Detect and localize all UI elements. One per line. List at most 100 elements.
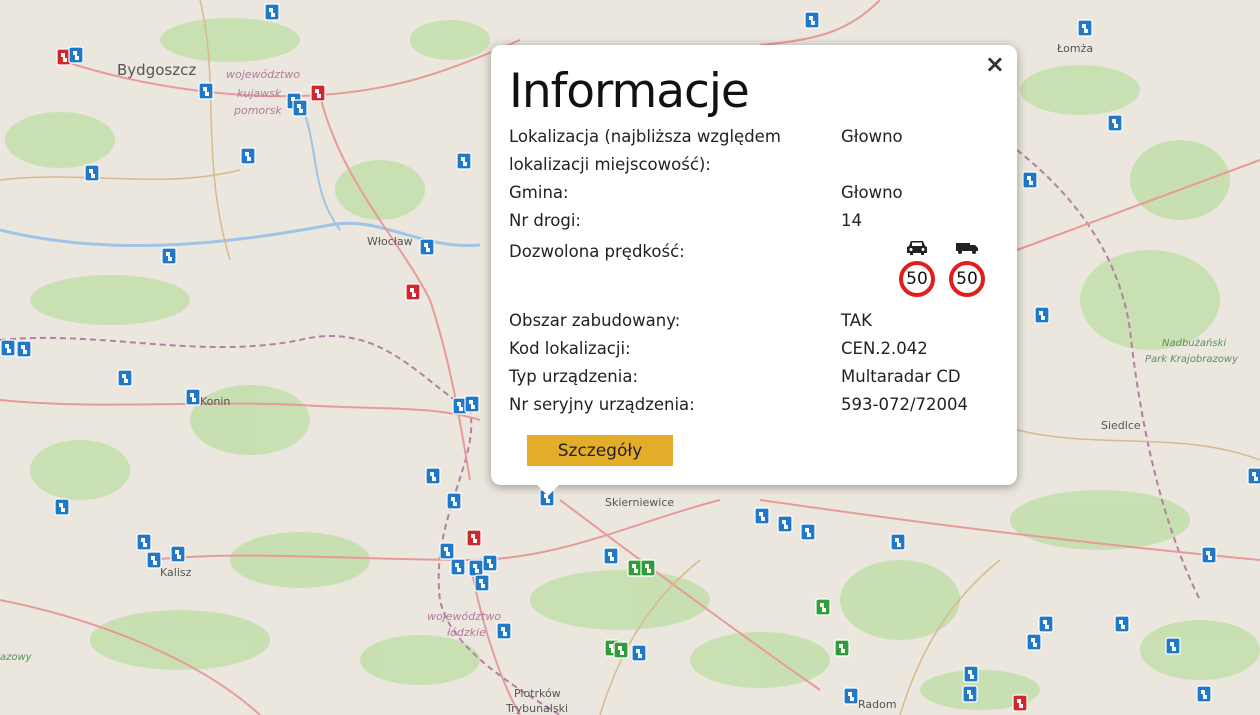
info-row-road: Nr drogi: 14 (509, 207, 999, 235)
speed-camera-marker[interactable] (264, 3, 280, 21)
car-speed-limit: 50 (899, 237, 935, 297)
speed-camera-marker[interactable] (146, 551, 162, 569)
speed-camera-marker[interactable] (1114, 615, 1130, 633)
speed-camera-marker[interactable] (777, 515, 793, 533)
speed-camera-marker[interactable] (419, 238, 435, 256)
speed-limits: 50 50 (841, 237, 999, 297)
row-label: Nr drogi: (509, 211, 581, 230)
speed-camera-marker[interactable] (1247, 467, 1260, 485)
speed-camera-marker[interactable] (496, 622, 512, 640)
row-label: Obszar zabudowany: (509, 311, 681, 330)
speed-camera-marker[interactable] (185, 388, 201, 406)
svg-text:Bydgoszcz: Bydgoszcz (117, 61, 196, 79)
speed-camera-marker[interactable] (890, 533, 906, 551)
row-value: Głowno (841, 127, 903, 146)
speed-camera-marker[interactable] (310, 84, 326, 102)
speed-camera-marker[interactable] (425, 467, 441, 485)
speed-camera-marker[interactable] (198, 82, 214, 100)
info-row-serial: Nr seryjny urządzenia: 593-072/72004 (509, 391, 999, 419)
speed-camera-marker[interactable] (800, 523, 816, 541)
row-label: Kod lokalizacji: (509, 339, 631, 358)
row-label: Nr seryjny urządzenia: (509, 395, 695, 414)
speed-camera-marker[interactable] (754, 507, 770, 525)
speed-camera-marker[interactable] (1022, 171, 1038, 189)
speed-camera-marker[interactable] (464, 395, 480, 413)
svg-text:województwo: województwo (226, 68, 300, 81)
speed-camera-marker[interactable] (613, 641, 629, 659)
speed-camera-marker[interactable] (405, 283, 421, 301)
speed-camera-marker[interactable] (804, 11, 820, 29)
svg-text:Łomża: Łomża (1056, 42, 1093, 55)
speed-camera-marker[interactable] (468, 559, 484, 577)
speed-camera-marker[interactable] (962, 685, 978, 703)
speed-camera-marker[interactable] (482, 554, 498, 572)
speed-camera-marker[interactable] (834, 639, 850, 657)
speed-camera-marker[interactable] (1077, 19, 1093, 37)
truck-icon (956, 243, 978, 254)
speed-camera-marker[interactable] (640, 559, 656, 577)
row-value: Multaradar CD (841, 367, 961, 386)
speed-camera-marker[interactable] (450, 558, 466, 576)
svg-text:województwo: województwo (427, 610, 501, 623)
svg-text:Radom: Radom (858, 698, 897, 711)
row-value: TAK (841, 311, 872, 330)
speed-camera-marker[interactable] (603, 547, 619, 565)
svg-text:Skierniewice: Skierniewice (605, 496, 674, 509)
speed-camera-marker[interactable] (1026, 633, 1042, 651)
speed-camera-marker[interactable] (1012, 694, 1028, 712)
speed-camera-marker[interactable] (439, 542, 455, 560)
svg-text:Siedlce: Siedlce (1101, 419, 1141, 432)
svg-text:pomorsk: pomorsk (233, 104, 282, 117)
speed-camera-marker[interactable] (815, 598, 831, 616)
speed-camera-marker[interactable] (117, 369, 133, 387)
row-value: CEN.2.042 (841, 339, 928, 358)
speed-camera-marker[interactable] (627, 559, 643, 577)
speed-camera-marker[interactable] (631, 644, 647, 662)
svg-text:łódzkie: łódzkie (447, 626, 486, 639)
speed-camera-marker[interactable] (963, 665, 979, 683)
speed-camera-marker[interactable] (68, 46, 84, 64)
row-value: Głowno (841, 183, 903, 202)
row-label: Typ urządzenia: (509, 367, 639, 386)
svg-text:Nadbużański: Nadbużański (1162, 337, 1226, 349)
info-table: Lokalizacja (najbliższa względem lokaliz… (509, 123, 999, 419)
speed-camera-marker[interactable] (136, 533, 152, 551)
speed-camera-marker[interactable] (170, 545, 186, 563)
close-button[interactable]: × (985, 49, 1005, 79)
speed-camera-marker[interactable] (292, 99, 308, 117)
row-label: Gmina: (509, 183, 569, 202)
speed-camera-marker[interactable] (466, 529, 482, 547)
speed-camera-marker[interactable] (16, 340, 32, 358)
svg-text:kujawsk: kujawsk (237, 87, 282, 100)
svg-text:Włocław: Włocław (367, 235, 413, 248)
svg-text:Konin: Konin (200, 395, 230, 408)
row-value: 593-072/72004 (841, 395, 968, 414)
speed-camera-marker[interactable] (1196, 685, 1212, 703)
details-button[interactable]: Szczegóły (527, 435, 673, 466)
info-row-location: Lokalizacja (najbliższa względem lokaliz… (509, 123, 999, 179)
svg-text:Piotrków: Piotrków (514, 687, 561, 700)
info-row-commune: Gmina: Głowno (509, 179, 999, 207)
speed-limit-sign: 50 (949, 261, 985, 297)
speed-camera-marker[interactable] (1201, 546, 1217, 564)
svg-text:azowy: azowy (0, 652, 33, 663)
speed-camera-marker[interactable] (54, 498, 70, 516)
speed-camera-marker[interactable] (240, 147, 256, 165)
speed-camera-marker[interactable] (161, 247, 177, 265)
car-icon (907, 241, 927, 255)
speed-camera-marker[interactable] (1165, 637, 1181, 655)
speed-camera-marker[interactable] (456, 152, 472, 170)
speed-camera-marker[interactable] (0, 339, 16, 357)
row-label: Lokalizacja (najbliższa względem lokaliz… (509, 127, 781, 174)
speed-camera-marker[interactable] (84, 164, 100, 182)
speed-camera-marker[interactable] (1034, 306, 1050, 324)
info-row-speed: Dozwolona prędkość: 50 50 (509, 235, 999, 307)
speed-camera-marker[interactable] (1107, 114, 1123, 132)
speed-camera-marker[interactable] (843, 687, 859, 705)
speed-camera-marker[interactable] (446, 492, 462, 510)
speed-camera-marker[interactable] (474, 574, 490, 592)
row-value: 14 (841, 211, 862, 230)
popup-title: Informacje (509, 64, 750, 119)
popup-pointer (537, 485, 559, 496)
speed-camera-marker[interactable] (1038, 615, 1054, 633)
